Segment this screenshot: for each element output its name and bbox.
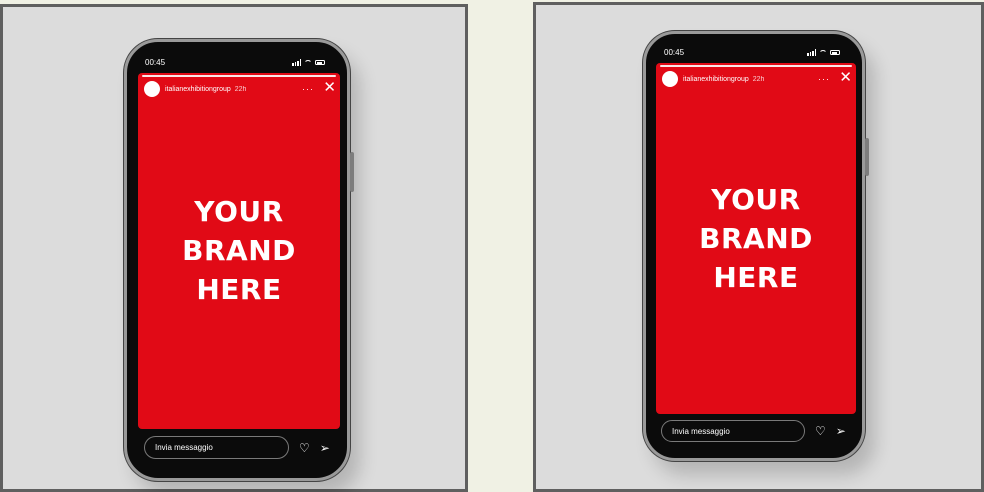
more-options-icon[interactable]: ··· <box>818 74 830 84</box>
story-timestamp: 22h <box>752 75 765 83</box>
wifi-icon <box>304 59 312 66</box>
close-icon[interactable]: ✕ <box>323 79 336 97</box>
status-bar: 00:45 <box>127 58 347 67</box>
story-screen[interactable]: italianexhibitiongroup 22h ··· ✕ YOUR BR… <box>656 63 856 414</box>
story-username[interactable]: italianexhibitiongroup 22h <box>683 76 764 83</box>
avatar[interactable] <box>662 71 678 87</box>
story-header: italianexhibitiongroup 22h ··· ✕ <box>138 78 340 100</box>
story-progress-bar <box>142 75 336 77</box>
phone-mockup: 00:45 italianexhibitiongroup 22h ··· ✕ Y… <box>124 39 354 481</box>
story-header: italianexhibitiongroup 22h ··· ✕ <box>656 68 856 90</box>
brand-placeholder-text: YOUR BRAND HERE <box>182 195 296 306</box>
close-icon[interactable]: ✕ <box>839 69 852 87</box>
signal-icon <box>292 59 301 66</box>
message-input[interactable]: Invia messaggio <box>144 436 289 459</box>
story-progress-bar <box>660 65 852 67</box>
send-icon[interactable]: ➢ <box>320 442 330 454</box>
more-options-icon[interactable]: ··· <box>302 84 314 94</box>
status-time: 00:45 <box>145 58 166 67</box>
avatar[interactable] <box>144 81 160 97</box>
battery-icon <box>315 60 325 65</box>
heart-icon[interactable]: ♡ <box>815 425 826 437</box>
phone-mockup: 00:45 italianexhibitiongroup 22h ··· ✕ Y… <box>643 31 869 461</box>
power-button <box>865 138 869 176</box>
story-reply-bar: Invia messaggio ♡ ➢ <box>646 420 862 442</box>
battery-icon <box>830 50 840 55</box>
signal-icon <box>807 49 816 56</box>
power-button <box>350 152 354 192</box>
brand-placeholder-text: YOUR BRAND HERE <box>699 183 813 294</box>
story-timestamp: 22h <box>234 85 247 93</box>
mockup-panel-left: 00:45 italianexhibitiongroup 22h ··· ✕ Y… <box>0 4 468 492</box>
story-screen[interactable]: italianexhibitiongroup 22h ··· ✕ YOUR BR… <box>138 73 340 429</box>
status-time: 00:45 <box>664 48 685 57</box>
wifi-icon <box>819 49 827 56</box>
story-reply-bar: Invia messaggio ♡ ➢ <box>127 436 347 459</box>
heart-icon[interactable]: ♡ <box>299 442 310 454</box>
send-icon[interactable]: ➢ <box>836 425 846 437</box>
story-username[interactable]: italianexhibitiongroup 22h <box>165 86 246 93</box>
status-bar: 00:45 <box>646 48 862 57</box>
message-input[interactable]: Invia messaggio <box>661 420 805 442</box>
mockup-panel-right: 00:45 italianexhibitiongroup 22h ··· ✕ Y… <box>533 2 984 492</box>
